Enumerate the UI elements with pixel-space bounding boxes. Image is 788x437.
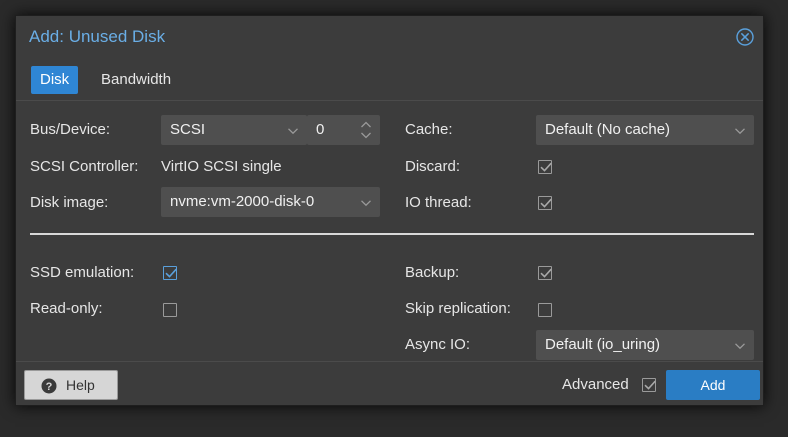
dialog-title: Add: Unused Disk [29, 27, 166, 46]
tab-disk[interactable]: Disk [31, 66, 79, 94]
chevron-down-icon [360, 196, 372, 208]
io-thread-checkbox[interactable] [538, 196, 552, 210]
bus-select-value: SCSI [170, 121, 206, 138]
add-disk-dialog: Add: Unused Disk Disk Bandwidth Bus/Devi… [15, 15, 764, 406]
device-number-stepper[interactable]: 0 [307, 115, 380, 145]
tab-bandwidth[interactable]: Bandwidth [92, 66, 180, 94]
advanced-label: Advanced [562, 376, 629, 393]
tab-strip: Disk Bandwidth [16, 64, 763, 100]
disk-panel: Bus/Device: SCSI 0 SCSI Controller: Virt… [16, 101, 763, 361]
discard-checkbox[interactable] [538, 160, 552, 174]
scsi-controller-label: SCSI Controller: [30, 158, 139, 175]
close-icon[interactable] [736, 28, 754, 46]
async-io-select[interactable]: Default (io_uring) [536, 330, 754, 360]
cache-select[interactable]: Default (No cache) [536, 115, 754, 145]
async-io-value: Default (io_uring) [545, 336, 661, 353]
cache-value: Default (No cache) [545, 121, 671, 138]
question-circle-icon: ? [41, 378, 57, 399]
scsi-controller-value: VirtIO SCSI single [161, 158, 282, 175]
advanced-checkbox[interactable] [642, 378, 656, 392]
chevron-down-icon [734, 124, 746, 136]
ssd-emulation-checkbox[interactable] [163, 266, 177, 280]
disk-image-label: Disk image: [30, 194, 109, 211]
read-only-label: Read-only: [30, 300, 103, 317]
read-only-checkbox[interactable] [163, 303, 177, 317]
ssd-emulation-label: SSD emulation: [30, 264, 135, 281]
backup-label: Backup: [405, 264, 460, 281]
io-thread-label: IO thread: [405, 194, 472, 211]
cache-label: Cache: [405, 121, 453, 138]
skip-replication-label: Skip replication: [405, 300, 511, 317]
chevron-down-icon [734, 339, 746, 351]
discard-label: Discard: [405, 158, 461, 175]
backup-checkbox[interactable] [538, 266, 552, 280]
dialog-footer: ? Help Advanced Add [16, 362, 763, 406]
help-button[interactable]: ? Help [24, 370, 118, 400]
section-divider [30, 233, 754, 235]
disk-image-value: nvme:vm-2000-disk-0 [170, 193, 315, 210]
bus-select[interactable]: SCSI [161, 115, 307, 145]
async-io-label: Async IO: [405, 336, 471, 353]
svg-text:?: ? [46, 381, 53, 393]
spinner-arrows-icon[interactable] [360, 119, 372, 146]
help-button-label: Help [66, 377, 95, 393]
dialog-title-bar: Add: Unused Disk [16, 16, 763, 60]
disk-image-select[interactable]: nvme:vm-2000-disk-0 [161, 187, 380, 217]
device-number-value: 0 [316, 121, 325, 138]
chevron-down-icon [287, 124, 299, 136]
add-button[interactable]: Add [666, 370, 760, 400]
bus-device-label: Bus/Device: [30, 121, 111, 138]
skip-replication-checkbox[interactable] [538, 303, 552, 317]
